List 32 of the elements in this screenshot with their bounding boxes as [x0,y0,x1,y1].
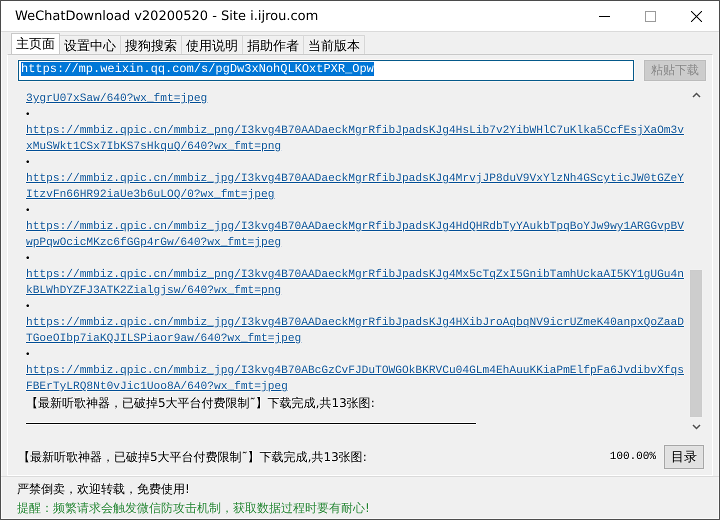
bullet-mark: • [26,348,30,362]
progress-percent: 100.00% [610,451,656,463]
bullet-mark: • [26,108,30,122]
image-link[interactable]: https://mmbiz.qpic.cn/mmbiz_jpg/I3kvg4B70ABcGzCvFJDuTOWGOkBKRVCu04GLm4EhAuuKKiaPmElfpFa6JvdibvXfqsFBErTyLRQ8Nt0vJic1Uoo8A/640?wx_fmt=jpeg [26,363,684,395]
scroll-down-icon[interactable] [692,424,700,430]
status-message: 【最新听歌神器，已破掉5大平台付费限制˜】下载完成,共13张图: [18,448,368,466]
tab[interactable]: 搜狗搜索 [120,35,182,54]
image-link[interactable]: https://mmbiz.qpic.cn/mmbiz_jpg/I3kvg4B70AADaeckMgrRfibJpadsKJg4HXibJroAqbqNV9icrUZmeK40anpxQoZaaDTGoeOIbp7iaKQJILSPiaor9aw/640?wx_fmt=jpeg [26,315,684,347]
image-link[interactable]: https://mmbiz.qpic.cn/mmbiz_jpg/I3kvg4B70AADaeckMgrRfibJpadsKJg4MrvjJP8duV9VxYlzNh4GScyticJW0tGZeYItzvFn66HR92iaUe3b6uLOQ/0?wx_fmt=jpeg [26,171,684,203]
image-link[interactable]: https://mmbiz.qpic.cn/mmbiz_jpg/I3kvg4B70AADaeckMgrRfibJpadsKJg4HdQHRdbTyYAukbTpqBoYJw9wy1ARGGvpBVwpPqwOcicMKzc6fGGp4rGw/640?wx_fmt=jpeg [26,219,684,251]
footer-text: 严禁倒卖，欢迎转载，免费使用! [17,481,190,498]
url-field[interactable]: https://mp.weixin.qq.com/s/pgDw3xNohQLKOxtPXR_Opw [18,60,634,81]
bullet-mark: • [26,204,30,218]
image-link[interactable]: 3ygrU07xSaw/640?wx_fmt=jpeg [26,91,684,107]
catalog-button[interactable]: 目录 [664,445,704,469]
bullet-mark: • [26,156,30,170]
image-link[interactable]: https://mmbiz.qpic.cn/mmbiz_png/I3kvg4B70AADaeckMgrRfibJpadsKJg4Mx5cTqZxI5GnibTamhUckaAI5KY1gUGu4nkBLWhDYZFJ3ATK2Zialgjsw/640?wx_fmt=png [26,267,684,299]
image-link[interactable]: https://mmbiz.qpic.cn/mmbiz_png/I3kvg4B70AADaeckMgrRfibJpadsKJg4HsLib7v2YibWHlC7uKlka5CcfEsjXaOm3vxMuSWkt1CSx7IbKS7sHkquQ/640?wx_fmt=png [26,123,684,155]
bullet-mark: • [26,300,30,314]
log-message: 【最新听歌神器，已破掉5大平台付费限制˜】下载完成,共13张图: [26,395,375,411]
tab[interactable]: 使用说明 [181,35,243,54]
tab[interactable]: 设置中心 [59,35,121,54]
notice-text: 提醒：频繁请求会触发微信防攻击机制，获取数据过程时要有耐心! [17,500,370,517]
scroll-thumb[interactable] [690,270,702,417]
maximize-icon [644,10,656,22]
tab[interactable]: 主页面 [11,33,60,54]
scroll-up-icon[interactable] [692,92,700,98]
bullet-mark: • [26,252,30,266]
tab[interactable]: 当前版本 [303,35,365,54]
window-title: WeChatDownload v20200520 - Site i.ijrou.com [14,8,320,24]
tab[interactable]: 捐助作者 [242,35,304,54]
close-icon [690,10,702,22]
